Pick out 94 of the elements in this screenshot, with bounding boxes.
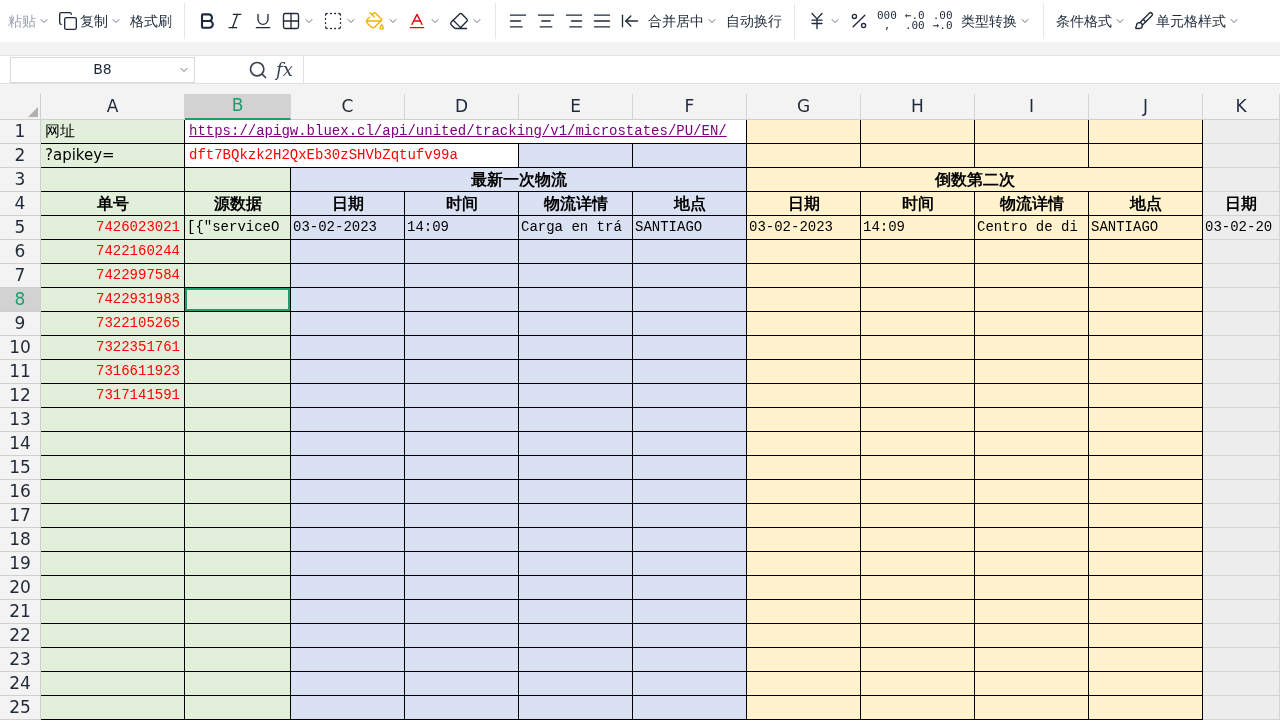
format-painter-button[interactable]: 格式刷 (126, 5, 176, 37)
tracking-number: 7322351761 (41, 336, 185, 360)
row-header[interactable]: 25 (0, 696, 41, 720)
row-header[interactable]: 12 (0, 384, 41, 408)
table-cell: Carga en trá (519, 216, 633, 240)
row-header[interactable]: 7 (0, 264, 41, 288)
selected-cell[interactable] (185, 288, 291, 312)
row-header[interactable]: 15 (0, 456, 41, 480)
column-title: 时间 (405, 192, 519, 216)
table-cell: SANTIAGO (1089, 216, 1203, 240)
cell-label: 网址 (41, 120, 185, 144)
column-title: 物流详情 (519, 192, 633, 216)
url-link[interactable]: https://apigw.bluex.cl/api/united/tracking/v1/microstates/PU/EN/ (185, 120, 747, 144)
function-button[interactable]: fx (276, 56, 293, 83)
font-color-icon (407, 11, 427, 31)
table-cell: 14:09 (405, 216, 519, 240)
column-title: 日期 (747, 192, 861, 216)
column-title: 源数据 (185, 192, 291, 216)
row-header[interactable]: 3 (0, 168, 41, 192)
tracking-number: 7317141591 (41, 384, 185, 408)
copy-icon (58, 11, 78, 31)
table-cell: [{″serviceO (185, 216, 291, 240)
row-header[interactable]: 10 (0, 336, 41, 360)
row-header[interactable]: 5 (0, 216, 41, 240)
row-header[interactable]: 20 (0, 576, 41, 600)
tracking-number: 7316611923 (41, 360, 185, 384)
row-header[interactable]: 6 (0, 240, 41, 264)
table-cell: SANTIAGO (633, 216, 747, 240)
number-format-button[interactable]: ←.0 .00 (900, 11, 929, 31)
column-title: 地点 (1089, 192, 1203, 216)
row-header[interactable]: 16 (0, 480, 41, 504)
wrap-text-button[interactable]: 自动换行 (722, 5, 786, 37)
column-header[interactable]: D (405, 94, 519, 120)
column-header[interactable]: G (747, 94, 861, 120)
row-header[interactable]: 21 (0, 600, 41, 624)
table-cell: 03-02-20 (1203, 216, 1280, 240)
conditional-format-button[interactable]: 条件格式 (1051, 5, 1130, 37)
number-format-button[interactable]: 000 , (873, 11, 901, 31)
cell-style-button[interactable]: 单元格样式 (1129, 5, 1244, 37)
column-title: 物流详情 (975, 192, 1089, 216)
column-header[interactable]: E (519, 94, 633, 120)
row-header[interactable]: 18 (0, 528, 41, 552)
tracking-number: 7422160244 (41, 240, 185, 264)
percent-icon (849, 11, 869, 31)
row-header[interactable]: 17 (0, 504, 41, 528)
column-title: 地点 (633, 192, 747, 216)
borders-icon (281, 11, 301, 31)
row-header[interactable]: 14 (0, 432, 41, 456)
column-title: 单号 (41, 192, 185, 216)
table-cell: Centro de di (975, 216, 1089, 240)
column-header[interactable]: F (633, 94, 747, 120)
corner-triangle-icon (28, 107, 38, 117)
row-header[interactable]: 23 (0, 648, 41, 672)
type-convert-button[interactable]: 类型转换 (956, 5, 1035, 37)
tracking-number: 7322105265 (41, 312, 185, 336)
row-header[interactable]: 1 (0, 120, 41, 144)
row-header[interactable]: 13 (0, 408, 41, 432)
column-title: 日期 (1203, 192, 1280, 216)
search-icon[interactable] (248, 59, 268, 80)
table-cell: 03-02-2023 (747, 216, 861, 240)
column-title: 日期 (291, 192, 405, 216)
table-cell: 03-02-2023 (291, 216, 405, 240)
underline-icon (253, 11, 273, 31)
name-box[interactable]: B8 (10, 56, 195, 83)
table-cell: 14:09 (861, 216, 975, 240)
column-header[interactable]: C (291, 94, 405, 120)
dashed-square-icon (323, 11, 343, 31)
tracking-number: 7422931983 (41, 288, 185, 312)
copy-button[interactable]: 复制 (54, 5, 126, 37)
column-header[interactable]: K (1203, 94, 1280, 120)
column-header[interactable]: H (861, 94, 975, 120)
cell-label: ?apikey= (41, 144, 185, 168)
merge-center-button[interactable]: 合并居中 (644, 5, 722, 37)
group-header: 倒数第二次 (747, 168, 1203, 192)
number-format-button[interactable]: .00 →.0 (928, 11, 957, 31)
row-header[interactable]: 24 (0, 672, 41, 696)
column-header[interactable]: J (1089, 94, 1203, 120)
row-header[interactable]: 19 (0, 552, 41, 576)
row-header[interactable]: 4 (0, 192, 41, 216)
column-header[interactable]: I (975, 94, 1089, 120)
row-header[interactable]: 2 (0, 144, 41, 168)
cell-reference: B8 (93, 60, 112, 79)
row-header[interactable]: 9 (0, 312, 41, 336)
brush-icon (1133, 11, 1154, 31)
column-header[interactable]: A (41, 94, 185, 120)
column-title: 时间 (861, 192, 975, 216)
tracking-number: 7426023021 (41, 216, 185, 240)
eraser-icon (449, 11, 469, 31)
api-key-text: dft7BQkzk2H2QxEb30zSHVbZqtufv99a (185, 144, 519, 168)
row-header[interactable]: 11 (0, 360, 41, 384)
group-header: 最新一次物流 (291, 168, 747, 192)
tracking-number: 7422997584 (41, 264, 185, 288)
row-header[interactable]: 22 (0, 624, 41, 648)
fill-color-icon (365, 11, 385, 31)
